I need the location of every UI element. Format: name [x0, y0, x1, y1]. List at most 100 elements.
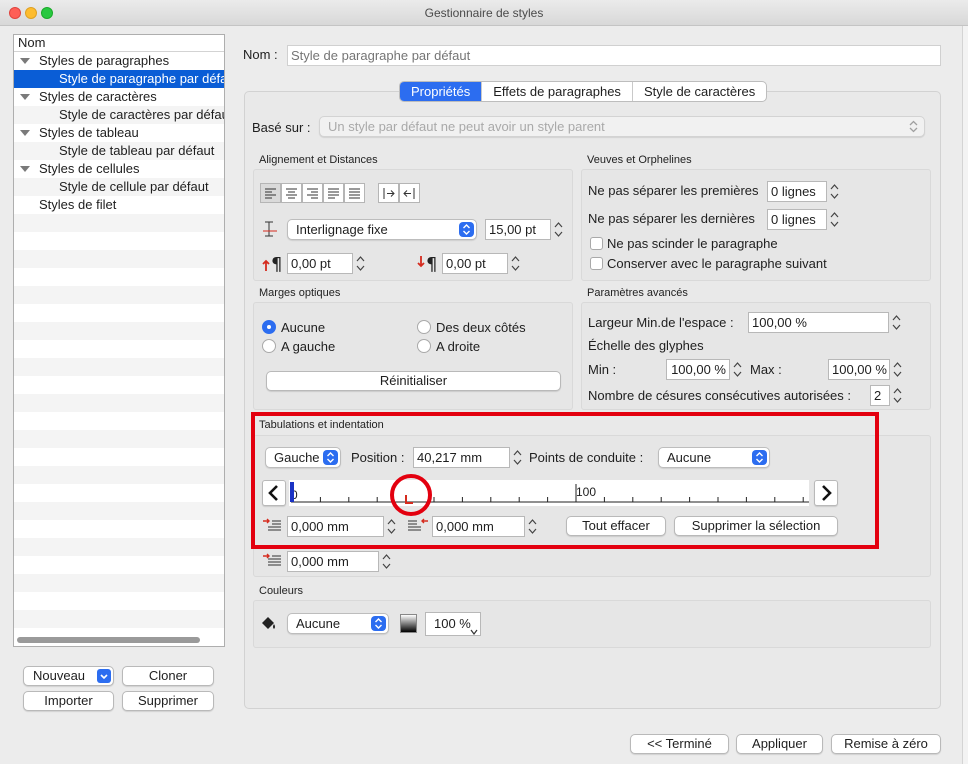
glyph-min-stepper[interactable] — [732, 359, 743, 380]
optical-left-radio[interactable] — [262, 339, 276, 353]
svg-text:¶: ¶ — [426, 254, 437, 273]
dont-split-checkbox[interactable] — [590, 237, 603, 250]
tree-item[interactable]: Style de paragraphe par défaut — [14, 70, 224, 88]
align-justify-icon[interactable] — [323, 183, 344, 203]
tree-item[interactable]: Styles de tableau — [14, 124, 224, 142]
glyph-scale-label: Échelle des glyphes — [588, 338, 704, 353]
tree-column-header[interactable]: Nom — [14, 35, 224, 52]
new-style-button[interactable]: Nouveau — [23, 666, 114, 686]
tree-item[interactable]: Style de tableau par défaut — [14, 142, 224, 160]
glyph-min-input[interactable]: 100,00 % — [666, 359, 730, 380]
name-input[interactable] — [287, 45, 941, 66]
tab-character-style[interactable]: Style de caractères — [633, 82, 766, 101]
min-space-input[interactable]: 100,00 % — [748, 312, 889, 333]
space-after-stepper[interactable] — [510, 253, 521, 274]
tree-empty-row — [14, 538, 224, 556]
min-space-label: Largeur Min.de l'espace : — [588, 315, 734, 330]
reset-to-zero-button[interactable]: Remise à zéro — [831, 734, 941, 754]
tree-horizontal-scrollbar[interactable] — [17, 637, 200, 643]
optical-none-radio[interactable] — [262, 320, 276, 334]
keep-last-stepper[interactable] — [829, 209, 840, 230]
chevron-down-icon[interactable] — [470, 621, 478, 635]
alignment-group-title: Alignement et Distances — [259, 154, 378, 166]
space-after-input[interactable]: 0,00 pt — [442, 253, 508, 274]
glyph-max-stepper[interactable] — [892, 359, 903, 380]
optical-both-label: Des deux côtés — [436, 320, 526, 335]
glyph-max-input[interactable]: 100,00 % — [828, 359, 890, 380]
keep-last-input[interactable]: 0 lignes — [767, 209, 827, 230]
tree-empty-row — [14, 340, 224, 358]
apply-button[interactable]: Appliquer — [736, 734, 823, 754]
align-left-icon[interactable] — [260, 183, 281, 203]
min-space-stepper[interactable] — [891, 312, 902, 333]
ltr-direction-icon[interactable] — [378, 183, 399, 203]
paint-bucket-icon — [259, 614, 277, 635]
tree-item-label: Style de cellule par défaut — [59, 179, 209, 194]
clone-button[interactable]: Cloner — [122, 666, 214, 686]
align-right-icon[interactable] — [302, 183, 323, 203]
glyph-min-label: Min : — [588, 362, 617, 377]
disclosure-triangle-icon[interactable] — [20, 58, 30, 64]
name-label: Nom : — [243, 47, 278, 62]
tree-item[interactable]: Style de caractères par défaut — [14, 106, 224, 124]
keep-next-checkbox[interactable] — [590, 257, 603, 270]
tree-empty-row — [14, 358, 224, 376]
disclosure-triangle-icon[interactable] — [20, 166, 30, 172]
tab-paragraph-effects[interactable]: Effets de paragraphes — [482, 82, 633, 101]
disclosure-triangle-icon[interactable] — [20, 130, 30, 136]
tree-empty-row — [14, 394, 224, 412]
line-spacing-input[interactable]: 15,00 pt — [485, 219, 551, 240]
styles-tree[interactable]: Nom Styles de paragraphes Style de paragr… — [13, 34, 225, 647]
first-line-indent-stepper[interactable] — [381, 551, 392, 572]
space-before-input[interactable]: 0,00 pt — [287, 253, 353, 274]
tree-item[interactable]: Styles de filet — [14, 196, 224, 214]
tree-empty-row — [14, 484, 224, 502]
based-on-select[interactable]: Un style par défaut ne peut avoir un sty… — [319, 116, 925, 137]
tree-empty-row — [14, 592, 224, 610]
hyphen-stepper[interactable] — [892, 385, 903, 406]
align-force-justify-icon[interactable] — [344, 183, 365, 203]
advanced-group-title: Paramètres avancés — [587, 287, 688, 299]
svg-text:¶: ¶ — [271, 254, 282, 273]
disclosure-triangle-icon[interactable] — [20, 94, 30, 100]
glyph-max-label: Max : — [750, 362, 782, 377]
line-spacing-mode-select[interactable]: Interlignage fixe — [287, 219, 477, 240]
fill-color-value: Aucune — [296, 616, 341, 631]
tree-item[interactable]: Style de cellule par défaut — [14, 178, 224, 196]
rtl-direction-icon[interactable] — [399, 183, 420, 203]
tree-empty-row — [14, 466, 224, 484]
first-line-indent-input[interactable]: 0,000 mm — [287, 551, 379, 572]
alignment-buttons — [260, 183, 365, 203]
delete-button[interactable]: Supprimer — [122, 691, 214, 711]
optical-group — [253, 302, 573, 410]
tree-empty-row — [14, 376, 224, 394]
line-spacing-stepper[interactable] — [553, 219, 564, 240]
optical-right-radio[interactable] — [417, 339, 431, 353]
tab-properties[interactable]: Propriétés — [400, 82, 483, 101]
align-center-icon[interactable] — [281, 183, 302, 203]
tree-empty-row — [14, 250, 224, 268]
import-button[interactable]: Importer — [23, 691, 114, 711]
keep-first-input[interactable]: 0 lignes — [767, 181, 827, 202]
tree-empty-row — [14, 232, 224, 250]
optical-both-radio[interactable] — [417, 320, 431, 334]
space-before-stepper[interactable] — [355, 253, 366, 274]
updown-icon — [459, 222, 474, 237]
updown-icon — [371, 616, 386, 631]
space-before-icon: ¶ — [261, 253, 285, 276]
fill-color-select[interactable]: Aucune — [287, 613, 389, 634]
optical-none-label: Aucune — [281, 320, 326, 335]
done-button[interactable]: << Terminé — [630, 734, 729, 754]
shade-input[interactable]: 100 % — [425, 612, 481, 636]
tree-item[interactable]: Styles de cellules — [14, 160, 224, 178]
tree-empty-row — [14, 268, 224, 286]
tree-empty-row — [14, 448, 224, 466]
chevron-down-icon[interactable] — [97, 669, 111, 683]
optical-reset-button[interactable]: Réinitialiser — [266, 371, 561, 391]
hyphen-input[interactable]: 2 — [870, 385, 890, 406]
tree-item[interactable]: Styles de caractères — [14, 88, 224, 106]
tree-empty-row — [14, 556, 224, 574]
tree-item[interactable]: Styles de paragraphes — [14, 52, 224, 70]
tree-item-label: Style de paragraphe par défaut — [59, 71, 224, 86]
keep-first-stepper[interactable] — [829, 181, 840, 202]
